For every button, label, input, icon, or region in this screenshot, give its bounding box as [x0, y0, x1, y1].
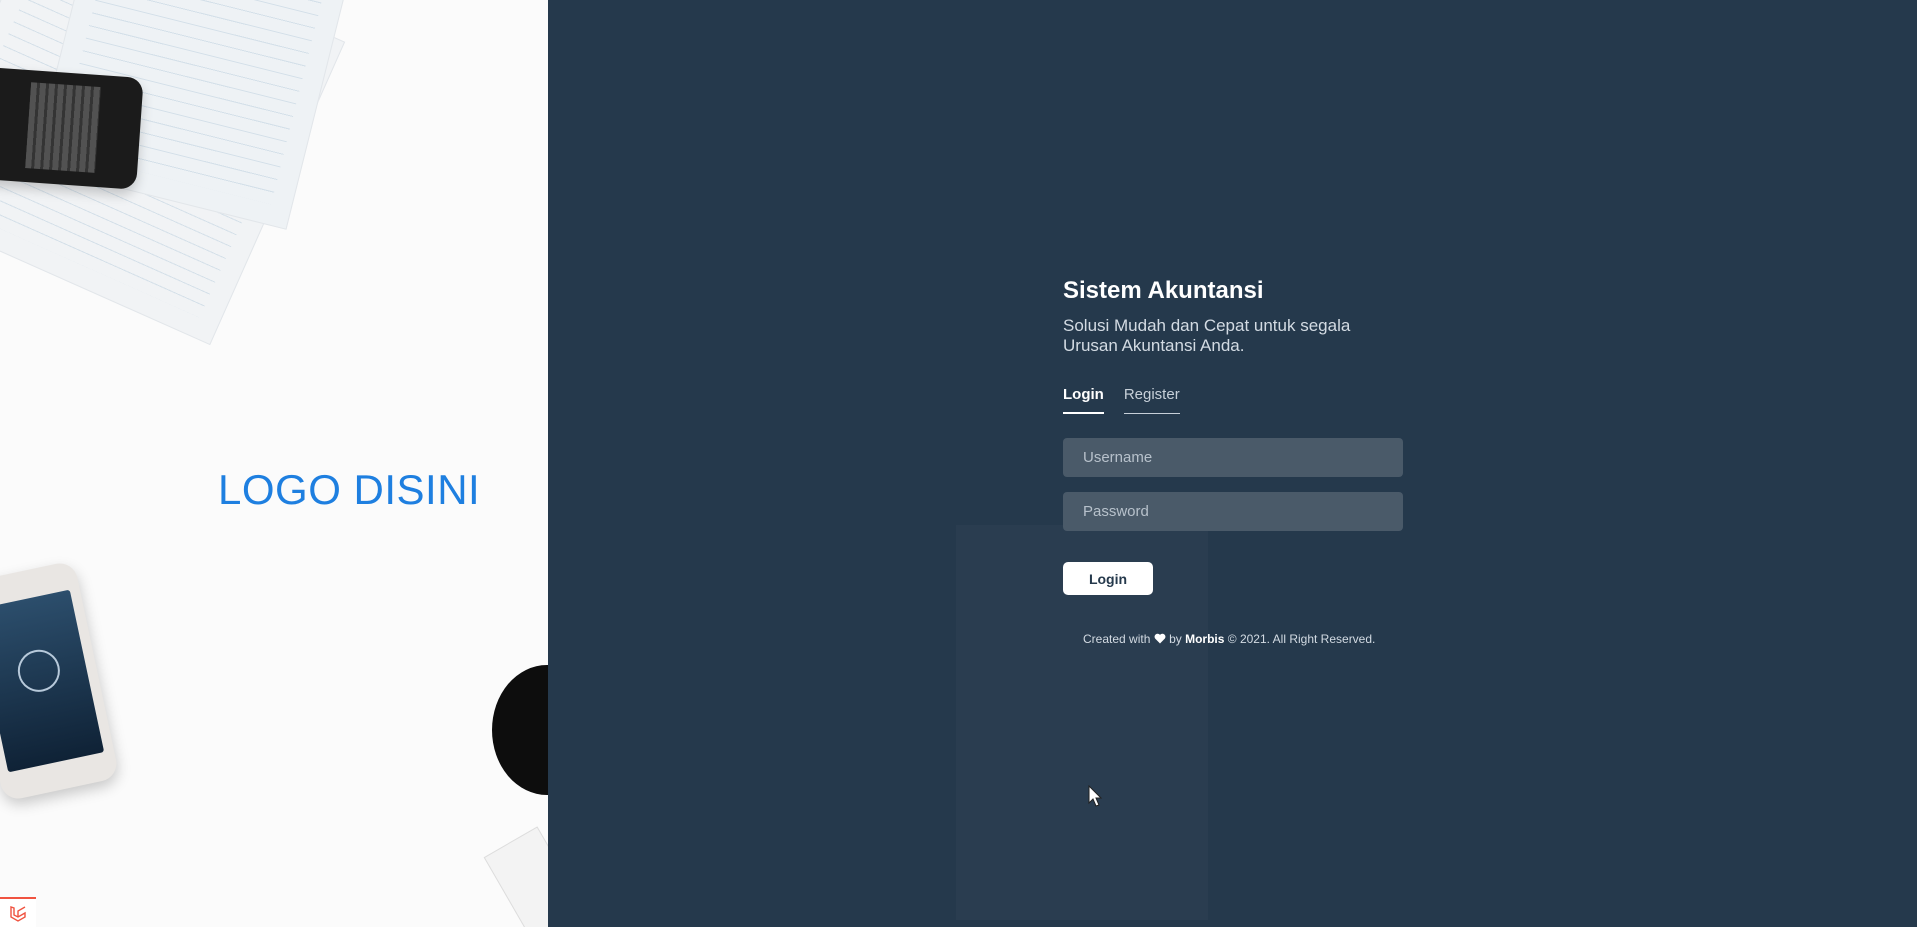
logo-placeholder: LOGO DISINI [218, 466, 481, 513]
tab-login[interactable]: Login [1063, 386, 1104, 414]
auth-panel: Sistem Akuntansi Solusi Mudah dan Cepat … [548, 0, 1917, 927]
app-subtitle: Solusi Mudah dan Cepat untuk segala Urus… [1063, 316, 1351, 355]
heart-icon [1154, 633, 1166, 644]
login-page: LOGO DISINI Sistem Akuntansi Solusi Muda… [0, 0, 1917, 927]
footer-copyright: © 2021. All Right Reserved. [1227, 632, 1376, 646]
footer-author: Morbis [1185, 632, 1225, 646]
footer-prefix: Created with [1083, 632, 1151, 646]
cursor-icon [1088, 785, 1103, 807]
footer-by: by [1169, 632, 1182, 646]
background-card [483, 826, 548, 927]
background-phone [0, 66, 144, 190]
login-button[interactable]: Login [1063, 562, 1153, 595]
password-input[interactable] [1063, 492, 1403, 531]
background-phone [0, 560, 120, 802]
background-cup [492, 665, 548, 795]
username-input[interactable] [1063, 438, 1403, 477]
tab-register[interactable]: Register [1123, 386, 1180, 414]
auth-tabs: Login Register [1063, 386, 1403, 414]
app-title: Sistem Akuntansi [1063, 277, 1264, 304]
laravel-icon [0, 897, 36, 927]
footer-credit: Created with by Morbis © 2021. All Right… [1083, 632, 1403, 646]
login-form: Sistem Akuntansi Solusi Mudah dan Cepat … [1063, 276, 1403, 646]
brand-panel: LOGO DISINI [0, 0, 548, 927]
